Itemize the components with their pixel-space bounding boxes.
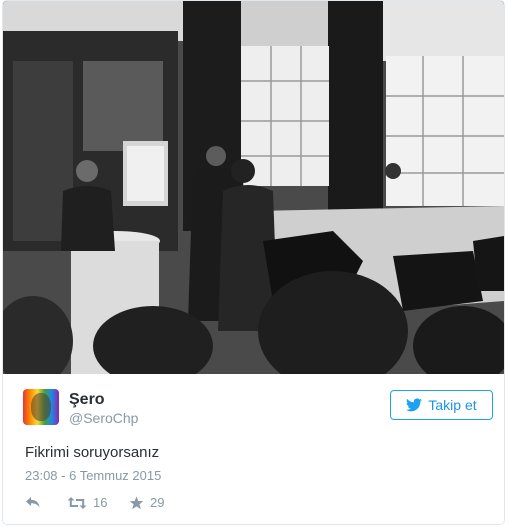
- retweet-count: 16: [93, 495, 108, 510]
- like-count: 29: [150, 495, 165, 510]
- reply-button[interactable]: [25, 495, 41, 509]
- retweet-icon: [67, 496, 87, 509]
- screen-name[interactable]: @SeroChp: [69, 410, 138, 426]
- display-name[interactable]: Şero: [69, 391, 105, 409]
- avatar-face: [31, 393, 51, 421]
- tweet-photo[interactable]: [3, 1, 504, 374]
- twitter-bird-icon: [406, 398, 423, 412]
- follow-button[interactable]: Takip et: [390, 390, 493, 420]
- tweet-text: Fikrimi soruyorsanız: [25, 444, 160, 461]
- tweet-author: Şero @SeroChp Takip et: [23, 389, 493, 429]
- tweet-card: Şero @SeroChp Takip et Fikrimi soruyorsa…: [2, 0, 505, 525]
- retweet-button[interactable]: 16: [67, 495, 107, 510]
- reply-icon: [26, 497, 40, 508]
- star-icon: [129, 496, 144, 509]
- follow-label: Takip et: [428, 397, 477, 413]
- like-button[interactable]: 29: [129, 495, 164, 510]
- tweet-actions: 16 29: [25, 495, 225, 513]
- avatar[interactable]: [23, 389, 59, 425]
- press-conference-image: [3, 1, 504, 374]
- tweet-timestamp[interactable]: 23:08 - 6 Temmuz 2015: [25, 468, 161, 483]
